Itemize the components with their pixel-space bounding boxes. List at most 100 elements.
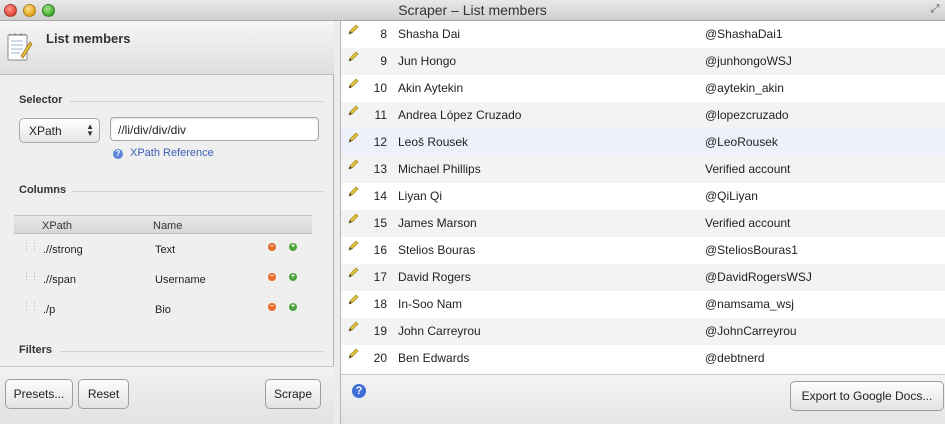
member-name: Michael Phillips: [398, 162, 481, 176]
member-name: Liyan Qi: [398, 189, 443, 203]
column-xpath[interactable]: ./p: [43, 304, 55, 316]
row-number: 9: [380, 54, 387, 68]
pencil-icon[interactable]: [348, 77, 360, 89]
column-name[interactable]: Text: [155, 244, 175, 256]
row-number: 17: [373, 270, 387, 284]
member-name: Akin Aytekin: [398, 81, 464, 95]
results-table: 8 Shasha Dai @ShashaDai1 9 Jun Hongo @junhong…: [341, 21, 945, 374]
pane-header: List members: [0, 21, 334, 75]
pencil-icon[interactable]: [348, 158, 360, 170]
pencil-icon[interactable]: [348, 50, 360, 62]
help-icon[interactable]: ?: [113, 149, 123, 159]
pane-title: List members: [46, 31, 131, 46]
window-title: Scraper – List members: [398, 2, 547, 18]
member-handle: Verified account: [705, 162, 791, 176]
column-header-name[interactable]: Name: [153, 220, 182, 232]
pencil-icon[interactable]: [348, 131, 360, 143]
filters-divider: [60, 351, 323, 352]
scraper-window: Scraper – List members ⤢ List members Se…: [0, 0, 945, 424]
scrape-button[interactable]: Scrape: [265, 379, 321, 409]
xpath-reference-link[interactable]: XPath Reference: [130, 147, 214, 159]
drag-handle-icon[interactable]: ⋮⋮: [22, 302, 39, 316]
column-xpath[interactable]: .//strong: [43, 244, 83, 256]
reset-button[interactable]: Reset: [78, 379, 129, 409]
filters-section-label: Filters: [19, 344, 53, 356]
remove-column-icon[interactable]: –: [268, 303, 276, 311]
xpath-input[interactable]: //li/div/div/div: [110, 117, 319, 141]
member-name: Leoš Rousek: [398, 135, 469, 149]
pane-footer: Presets... Reset Scrape: [0, 366, 334, 424]
column-row[interactable]: ⋮⋮ .//span Username – +: [14, 264, 312, 294]
selector-type-value: XPath: [29, 124, 62, 138]
column-header-xpath[interactable]: XPath: [42, 220, 72, 232]
add-column-icon[interactable]: +: [289, 243, 297, 251]
pencil-icon[interactable]: [348, 266, 360, 278]
row-number: 8: [380, 27, 387, 41]
result-row[interactable]: 17 David Rogers @DavidRogersWSJ: [341, 264, 945, 291]
row-number: 13: [373, 162, 387, 176]
result-row[interactable]: 8 Shasha Dai @ShashaDai1: [341, 21, 945, 48]
result-row[interactable]: 12 Leoš Rousek @LeoRousek: [341, 129, 945, 156]
export-google-docs-button[interactable]: Export to Google Docs...: [790, 381, 944, 411]
member-handle: @JohnCarreyrou: [705, 324, 797, 338]
row-number: 14: [373, 189, 387, 203]
row-number: 12: [373, 135, 387, 149]
row-number: 20: [373, 351, 387, 365]
pencil-icon[interactable]: [348, 239, 360, 251]
result-row[interactable]: 16 Stelios Bouras @SteliosBouras1: [341, 237, 945, 264]
pencil-icon[interactable]: [348, 185, 360, 197]
results-footer: ? Export to Google Docs...: [341, 374, 945, 424]
add-column-icon[interactable]: +: [289, 303, 297, 311]
member-name: James Marson: [398, 216, 477, 230]
column-name[interactable]: Bio: [155, 304, 171, 316]
pencil-icon[interactable]: [348, 320, 360, 332]
presets-button[interactable]: Presets...: [5, 379, 73, 409]
help-icon[interactable]: ?: [352, 384, 366, 398]
notepad-icon: [7, 33, 32, 61]
selector-section-label: Selector: [19, 94, 63, 106]
member-name: John Carreyrou: [398, 324, 481, 338]
pencil-icon[interactable]: [348, 23, 360, 35]
result-row[interactable]: 18 In-Soo Nam @namsama_wsj: [341, 291, 945, 318]
fullscreen-icon[interactable]: ⤢: [929, 3, 941, 15]
columns-table-header: XPath Name: [14, 215, 312, 234]
member-name: Jun Hongo: [398, 54, 457, 68]
columns-table: XPath Name ⋮⋮ .//strong Text – + ⋮⋮ .//s…: [14, 215, 312, 324]
member-handle: @aytekin_akin: [705, 81, 784, 95]
pencil-icon[interactable]: [348, 212, 360, 224]
column-xpath[interactable]: .//span: [43, 274, 76, 286]
result-row[interactable]: 10 Akin Aytekin @aytekin_akin: [341, 75, 945, 102]
columns-section-label: Columns: [19, 184, 67, 196]
pencil-icon[interactable]: [348, 347, 360, 359]
column-row[interactable]: ⋮⋮ ./p Bio – +: [14, 294, 312, 324]
member-handle: @QiLiyan: [705, 189, 758, 203]
remove-column-icon[interactable]: –: [268, 273, 276, 281]
column-row[interactable]: ⋮⋮ .//strong Text – +: [14, 234, 312, 264]
columns-divider: [72, 191, 323, 192]
row-number: 16: [373, 243, 387, 257]
row-number: 18: [373, 297, 387, 311]
column-name[interactable]: Username: [155, 274, 206, 286]
result-row[interactable]: 14 Liyan Qi @QiLiyan: [341, 183, 945, 210]
selector-type-select[interactable]: XPath ▲ ▼: [19, 118, 100, 143]
remove-column-icon[interactable]: –: [268, 243, 276, 251]
result-row[interactable]: 9 Jun Hongo @junhongoWSJ: [341, 48, 945, 75]
result-row[interactable]: 20 Ben Edwards @debtnerd: [341, 345, 945, 372]
result-row[interactable]: 19 John Carreyrou @JohnCarreyrou: [341, 318, 945, 345]
member-name: Andrea López Cruzado: [398, 108, 522, 122]
add-column-icon[interactable]: +: [289, 273, 297, 281]
pencil-icon[interactable]: [348, 104, 360, 116]
result-row[interactable]: 11 Andrea López Cruzado @lopezcruzado: [341, 102, 945, 129]
member-handle: @lopezcruzado: [705, 108, 789, 122]
member-handle: @DavidRogersWSJ: [705, 270, 812, 284]
pencil-icon[interactable]: [348, 293, 360, 305]
result-row[interactable]: 13 Michael Phillips Verified account: [341, 156, 945, 183]
member-handle: @junhongoWSJ: [705, 54, 792, 68]
drag-handle-icon[interactable]: ⋮⋮: [22, 242, 39, 256]
row-number: 10: [373, 81, 387, 95]
drag-handle-icon[interactable]: ⋮⋮: [22, 272, 39, 286]
row-number: 19: [373, 324, 387, 338]
select-arrows-icon: ▲ ▼: [86, 122, 94, 138]
result-row[interactable]: 15 James Marson Verified account: [341, 210, 945, 237]
member-name: Shasha Dai: [398, 27, 461, 41]
